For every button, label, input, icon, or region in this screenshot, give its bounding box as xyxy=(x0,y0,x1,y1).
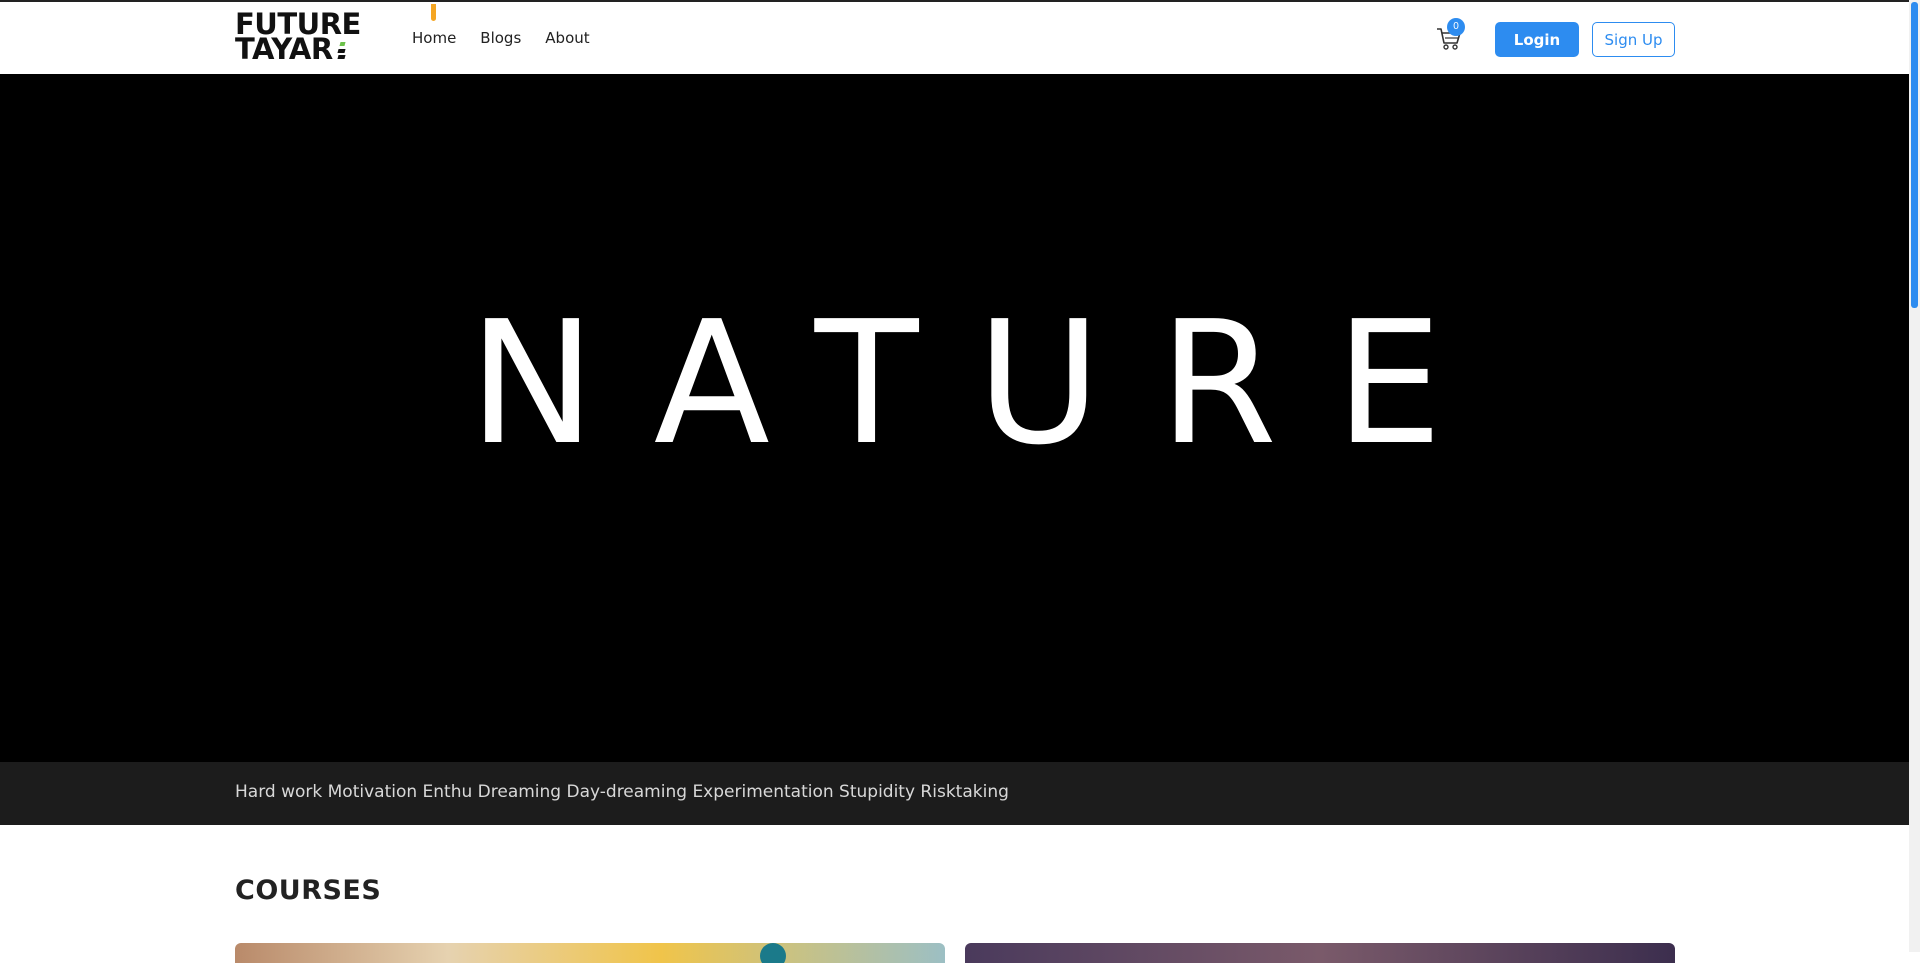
brand-logo[interactable]: FUTURE TAYAR xyxy=(235,10,361,66)
hero-title: NATURE xyxy=(468,285,1501,483)
signup-button[interactable]: Sign Up xyxy=(1592,22,1675,57)
login-button[interactable]: Login xyxy=(1495,22,1579,57)
courses-heading: COURSES xyxy=(235,875,382,906)
nav-item-home[interactable]: Home xyxy=(412,29,456,47)
brand-line2: TAYAR xyxy=(235,32,333,66)
cart-count-badge: 0 xyxy=(1447,18,1465,36)
ticker-text: Hard work Motivation Enthu Dreaming Day-… xyxy=(235,782,1009,802)
main-nav: Home Blogs About xyxy=(412,29,590,47)
keyword-ticker: Hard work Motivation Enthu Dreaming Day-… xyxy=(0,762,1909,825)
scrollbar-thumb[interactable] xyxy=(1911,2,1918,308)
page-scrollbar[interactable] xyxy=(1909,0,1920,952)
hero-banner: NATURE xyxy=(0,74,1909,762)
nav-item-about[interactable]: About xyxy=(545,29,589,47)
course-card[interactable] xyxy=(965,943,1675,963)
course-card[interactable] xyxy=(235,943,945,963)
site-header: FUTURE TAYAR Home Blogs About 0 Login Si… xyxy=(0,2,1909,74)
course-card-image xyxy=(760,943,786,963)
logo-steps-icon xyxy=(337,42,347,62)
nav-active-indicator xyxy=(431,4,436,21)
nav-item-blogs[interactable]: Blogs xyxy=(480,29,521,47)
